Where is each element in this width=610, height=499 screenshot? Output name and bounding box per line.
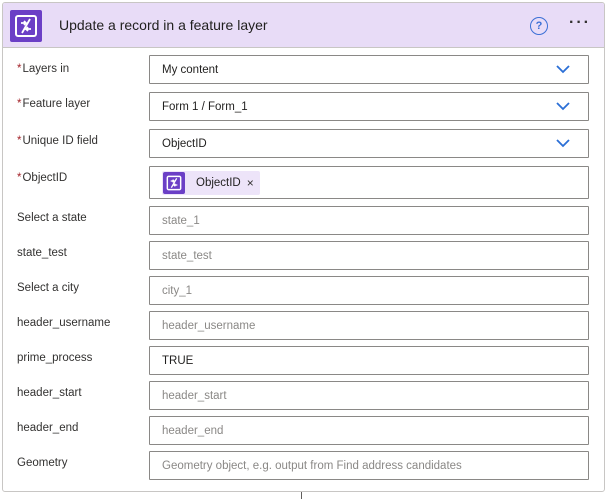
select-state-input[interactable]: state_1: [149, 206, 589, 235]
geometry-label: Geometry: [17, 457, 68, 469]
state-test-placeholder: state_test: [162, 249, 212, 262]
dynamic-content-token[interactable]: ObjectID ×: [162, 171, 260, 195]
select-state-placeholder: state_1: [162, 214, 200, 227]
select-state-label: Select a state: [17, 212, 87, 224]
flow-connector-line: [301, 492, 302, 499]
required-marker: *: [17, 172, 22, 184]
chevron-down-icon: [556, 139, 570, 148]
chevron-down-icon: [556, 102, 570, 111]
header-start-placeholder: header_start: [162, 389, 227, 402]
header-username-placeholder: header_username: [162, 319, 256, 332]
geometry-input[interactable]: Geometry object, e.g. output from Find a…: [149, 451, 589, 480]
geometry-placeholder: Geometry object, e.g. output from Find a…: [162, 459, 462, 472]
select-city-placeholder: city_1: [162, 284, 193, 297]
header-end-label: header_end: [17, 422, 79, 434]
header-username-input[interactable]: header_username: [149, 311, 589, 340]
required-marker: *: [17, 98, 22, 110]
required-marker: *: [17, 63, 22, 75]
unique-id-label: *Unique ID field: [17, 135, 98, 147]
select-city-label: Select a city: [17, 282, 79, 294]
token-label: ObjectID: [196, 177, 241, 189]
chevron-down-icon: [556, 65, 570, 74]
header-username-label: header_username: [17, 317, 111, 329]
required-marker: *: [17, 135, 22, 147]
header-end-input[interactable]: header_end: [149, 416, 589, 445]
action-card: Update a record in a feature layer ? ···…: [2, 2, 605, 492]
unique-id-dropdown[interactable]: ObjectID: [149, 129, 589, 158]
more-options-icon[interactable]: ···: [569, 15, 591, 31]
feature-layer-dropdown[interactable]: Form 1 / Form_1: [149, 92, 589, 121]
layers-in-dropdown[interactable]: My content: [149, 55, 589, 84]
feature-layer-value: Form 1 / Form_1: [162, 100, 248, 113]
prime-process-value: TRUE: [162, 354, 194, 367]
header-start-label: header_start: [17, 387, 82, 399]
remove-token-icon[interactable]: ×: [247, 176, 254, 190]
objectid-label: *ObjectID: [17, 172, 68, 184]
connector-app-icon: [10, 10, 42, 42]
unique-id-value: ObjectID: [162, 137, 207, 150]
state-test-label: state_test: [17, 247, 67, 259]
header-end-placeholder: header_end: [162, 424, 224, 437]
action-header[interactable]: Update a record in a feature layer ? ···: [3, 3, 604, 48]
layers-in-value: My content: [162, 63, 219, 76]
state-test-input[interactable]: state_test: [149, 241, 589, 270]
layers-in-label: *Layers in: [17, 63, 70, 75]
action-title: Update a record in a feature layer: [59, 17, 268, 33]
prime-process-input[interactable]: TRUE: [149, 346, 589, 375]
feature-layer-label: *Feature layer: [17, 98, 91, 110]
header-start-input[interactable]: header_start: [149, 381, 589, 410]
help-icon[interactable]: ?: [530, 17, 548, 35]
connector-app-icon: [163, 172, 185, 194]
objectid-input[interactable]: ObjectID ×: [149, 166, 589, 199]
select-city-input[interactable]: city_1: [149, 276, 589, 305]
prime-process-label: prime_process: [17, 352, 93, 364]
